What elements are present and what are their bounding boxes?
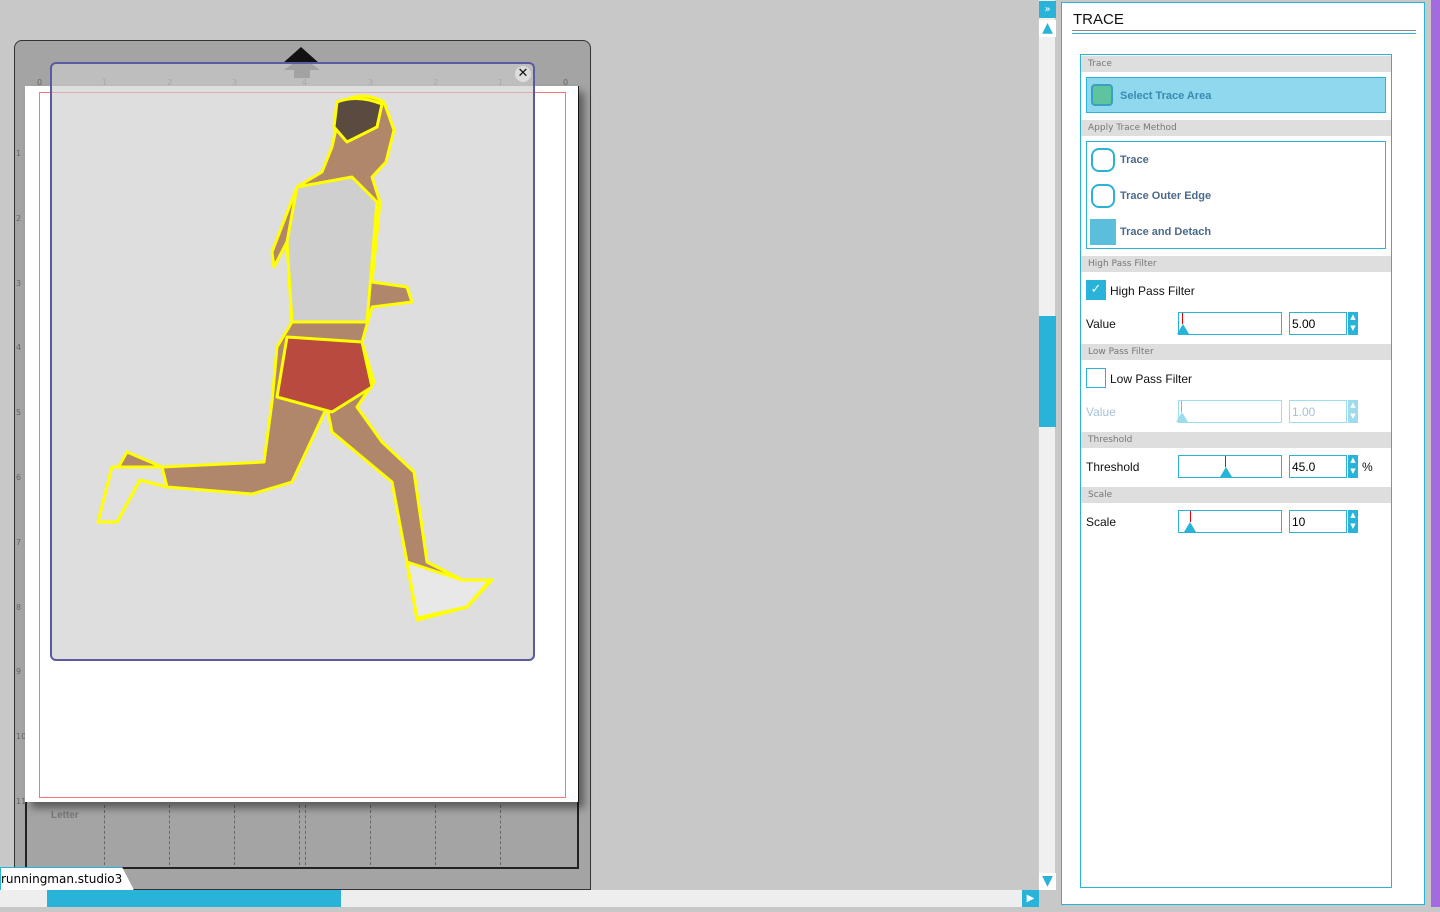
select-trace-area-label: Select Trace Area	[1120, 90, 1212, 102]
grid-line	[104, 805, 105, 865]
runner-image	[96, 94, 494, 622]
high-pass-checkbox[interactable]: ✓	[1086, 280, 1106, 300]
scale-input[interactable]: 10	[1289, 510, 1347, 533]
scale-slider[interactable]	[1178, 510, 1282, 533]
scroll-down-icon[interactable]: ▼	[1039, 873, 1056, 890]
method-trace[interactable]: Trace	[1087, 146, 1385, 174]
select-trace-area-button[interactable]: Select Trace Area	[1086, 77, 1386, 113]
scale-label: Scale	[1086, 515, 1117, 529]
ruler-tick-label: 2	[16, 213, 22, 223]
low-pass-value-label: Value	[1086, 405, 1116, 419]
section-threshold: Threshold	[1081, 432, 1391, 448]
grid-line	[435, 805, 436, 865]
ruler-tick-label: 4	[16, 343, 22, 353]
ruler-tick-label: 6	[16, 473, 22, 482]
high-pass-slider[interactable]	[1177, 312, 1282, 335]
grid-line	[370, 805, 371, 865]
slider-thumb[interactable]	[1220, 467, 1232, 477]
load-arrow-icon	[283, 47, 319, 63]
grid-line	[305, 805, 306, 865]
ruler-tick-label: 5	[16, 408, 22, 418]
trace-and-detach-icon	[1090, 219, 1116, 245]
ruler-tick-label: 9	[16, 667, 22, 677]
grid-line	[169, 805, 170, 865]
horizontal-scrollbar[interactable]: ▶	[0, 890, 1039, 907]
tab-label: runningman.studio3	[1, 872, 123, 886]
ruler-tick-label: 7	[16, 537, 22, 547]
section-method: Apply Trace Method	[1081, 120, 1391, 136]
grid-line	[234, 805, 235, 865]
ruler-tick-label: 3	[16, 278, 22, 288]
trace-outer-edge-icon	[1091, 184, 1115, 208]
expand-panel-icon[interactable]: »	[1039, 1, 1056, 18]
select-area-icon	[1091, 84, 1113, 106]
method-label: Trace and Detach	[1120, 226, 1212, 238]
method-label: Trace Outer Edge	[1120, 190, 1212, 202]
trace-panel: TRACE Trace Select Trace Area Apply Trac…	[1061, 2, 1425, 905]
section-high-pass: High Pass Filter	[1081, 256, 1391, 272]
grid-line	[500, 805, 501, 865]
scroll-right-icon[interactable]: ▶	[1022, 890, 1039, 907]
close-icon[interactable]: ✕	[515, 66, 531, 82]
low-pass-spinner[interactable]: ▲ ▼	[1348, 400, 1358, 423]
method-trace-outer-edge[interactable]: Trace Outer Edge	[1087, 182, 1385, 210]
threshold-unit: %	[1362, 460, 1373, 474]
panel-title: TRACE	[1073, 11, 1124, 28]
scale-spinner[interactable]: ▲ ▼	[1348, 510, 1358, 533]
high-pass-value-label: Value	[1086, 317, 1116, 331]
section-trace: Trace	[1081, 56, 1391, 72]
scroll-up-icon[interactable]: ▲	[1039, 20, 1056, 37]
high-pass-label: High Pass Filter	[1110, 284, 1195, 298]
section-scale: Scale	[1081, 487, 1391, 503]
slider-thumb[interactable]	[1184, 522, 1196, 532]
method-label: Trace	[1120, 154, 1149, 166]
low-pass-checkbox[interactable]	[1086, 368, 1106, 388]
grid-line	[299, 805, 300, 865]
method-trace-and-detach[interactable]: Trace and Detach	[1087, 218, 1385, 246]
ruler-tick-label: 8	[16, 602, 22, 612]
low-pass-value-input[interactable]: 1.00	[1289, 400, 1347, 423]
accent-strip	[1431, 0, 1440, 907]
low-pass-slider[interactable]	[1176, 400, 1282, 423]
threshold-input[interactable]: 45.0	[1289, 455, 1347, 478]
threshold-label: Threshold	[1086, 460, 1140, 474]
method-list: Trace Trace Outer Edge Trace and Detach	[1086, 141, 1386, 249]
high-pass-spinner[interactable]: ▲ ▼	[1348, 312, 1358, 335]
high-pass-value-input[interactable]: 5.00	[1289, 312, 1347, 335]
threshold-slider[interactable]	[1178, 455, 1282, 478]
low-pass-label: Low Pass Filter	[1110, 372, 1193, 386]
vertical-scroll-thumb[interactable]	[1039, 316, 1056, 427]
section-low-pass: Low Pass Filter	[1081, 344, 1391, 360]
slider-thumb[interactable]	[1176, 412, 1188, 422]
media-label: Letter	[51, 810, 79, 821]
threshold-spinner[interactable]: ▲ ▼	[1348, 455, 1358, 478]
trace-icon	[1091, 148, 1115, 172]
ruler-tick-label: 1	[16, 149, 22, 158]
document-tab[interactable]: runningman.studio3✕	[0, 867, 134, 890]
trace-image[interactable]	[50, 62, 535, 661]
slider-thumb[interactable]	[1177, 324, 1189, 334]
trace-options: Trace Select Trace Area Apply Trace Meth…	[1080, 54, 1392, 888]
title-divider	[1072, 30, 1416, 34]
horizontal-scroll-thumb[interactable]	[47, 890, 341, 907]
vertical-scrollbar[interactable]: » ▲ ▼	[1038, 0, 1056, 890]
